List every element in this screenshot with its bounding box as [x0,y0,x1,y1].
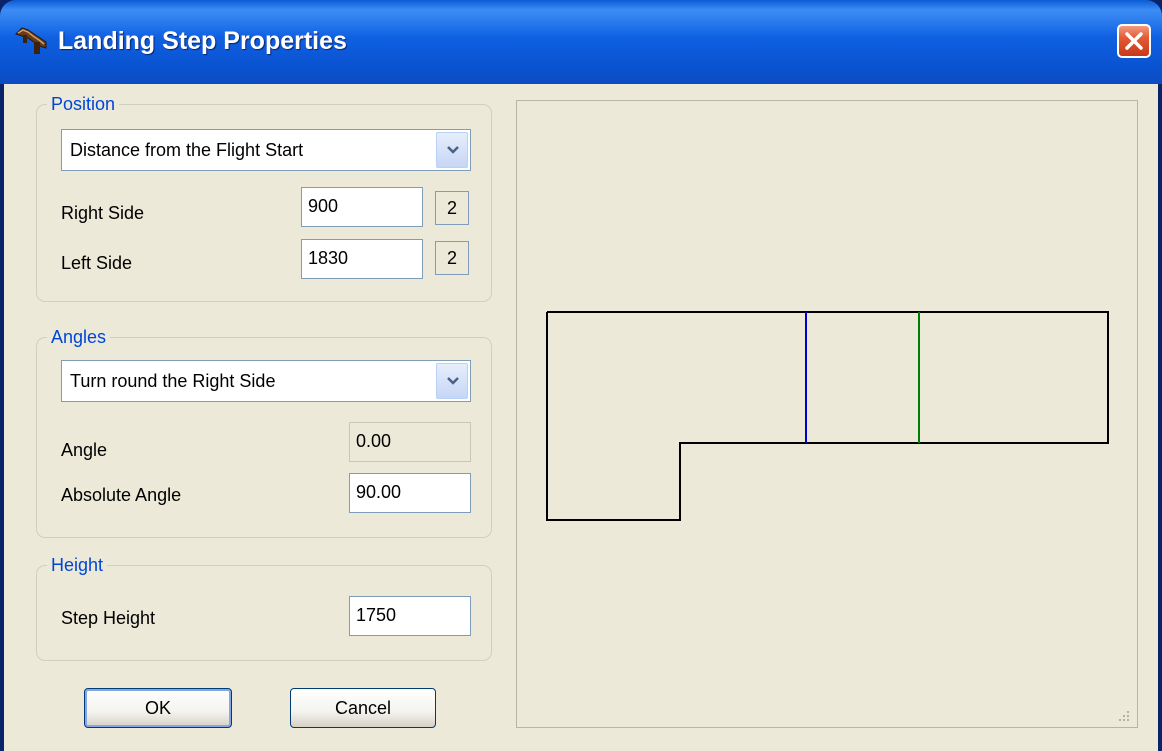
angles-mode-dropdown-button[interactable] [436,363,468,399]
position-group: Position Distance from the Flight Start … [36,93,492,302]
landing-step-outline [546,311,1109,521]
right-side-label: Right Side [61,203,145,223]
absolute-angle-label: Absolute Angle [61,485,182,505]
angle-input: 0.00 [349,422,471,462]
chevron-down-icon [447,377,459,385]
angles-mode-value: Turn round the Right Side [70,371,276,391]
window-title: Landing Step Properties [58,27,347,55]
angles-group: Angles Turn round the Right Side Angle 0… [36,326,492,538]
angles-mode-select[interactable]: Turn round the Right Side [61,360,471,402]
cancel-button[interactable]: Cancel [290,688,436,728]
ok-button[interactable]: OK [84,688,232,728]
angle-label: Angle [61,440,108,460]
height-group: Height Step Height 1750 [36,554,492,661]
resize-grip-icon[interactable] [1115,707,1131,723]
left-side-label: Left Side [61,253,133,273]
stair-icon [14,24,50,56]
right-side-button[interactable]: 2 [435,191,469,225]
right-side-input[interactable]: 900 [301,187,423,227]
dialog-client-area: Position Distance from the Flight Start … [4,84,1158,751]
step-height-input[interactable]: 1750 [349,596,471,636]
position-group-label: Position [47,93,120,115]
position-mode-select[interactable]: Distance from the Flight Start [61,129,471,171]
position-mode-dropdown-button[interactable] [436,132,468,168]
close-button[interactable] [1117,24,1151,58]
step-height-label: Step Height [61,608,156,628]
absolute-angle-input[interactable]: 90.00 [349,473,471,513]
dialog-window: Landing Step Properties Position Distanc… [0,0,1162,751]
landing-step-drawing [546,311,1109,521]
angles-group-label: Angles [47,326,111,348]
title-bar[interactable]: Landing Step Properties [0,0,1162,84]
position-mode-value: Distance from the Flight Start [70,140,304,160]
left-side-input[interactable]: 1830 [301,239,423,279]
left-side-button[interactable]: 2 [435,241,469,275]
step-preview-canvas [516,100,1138,728]
chevron-down-icon [447,146,459,154]
height-group-label: Height [47,554,108,576]
